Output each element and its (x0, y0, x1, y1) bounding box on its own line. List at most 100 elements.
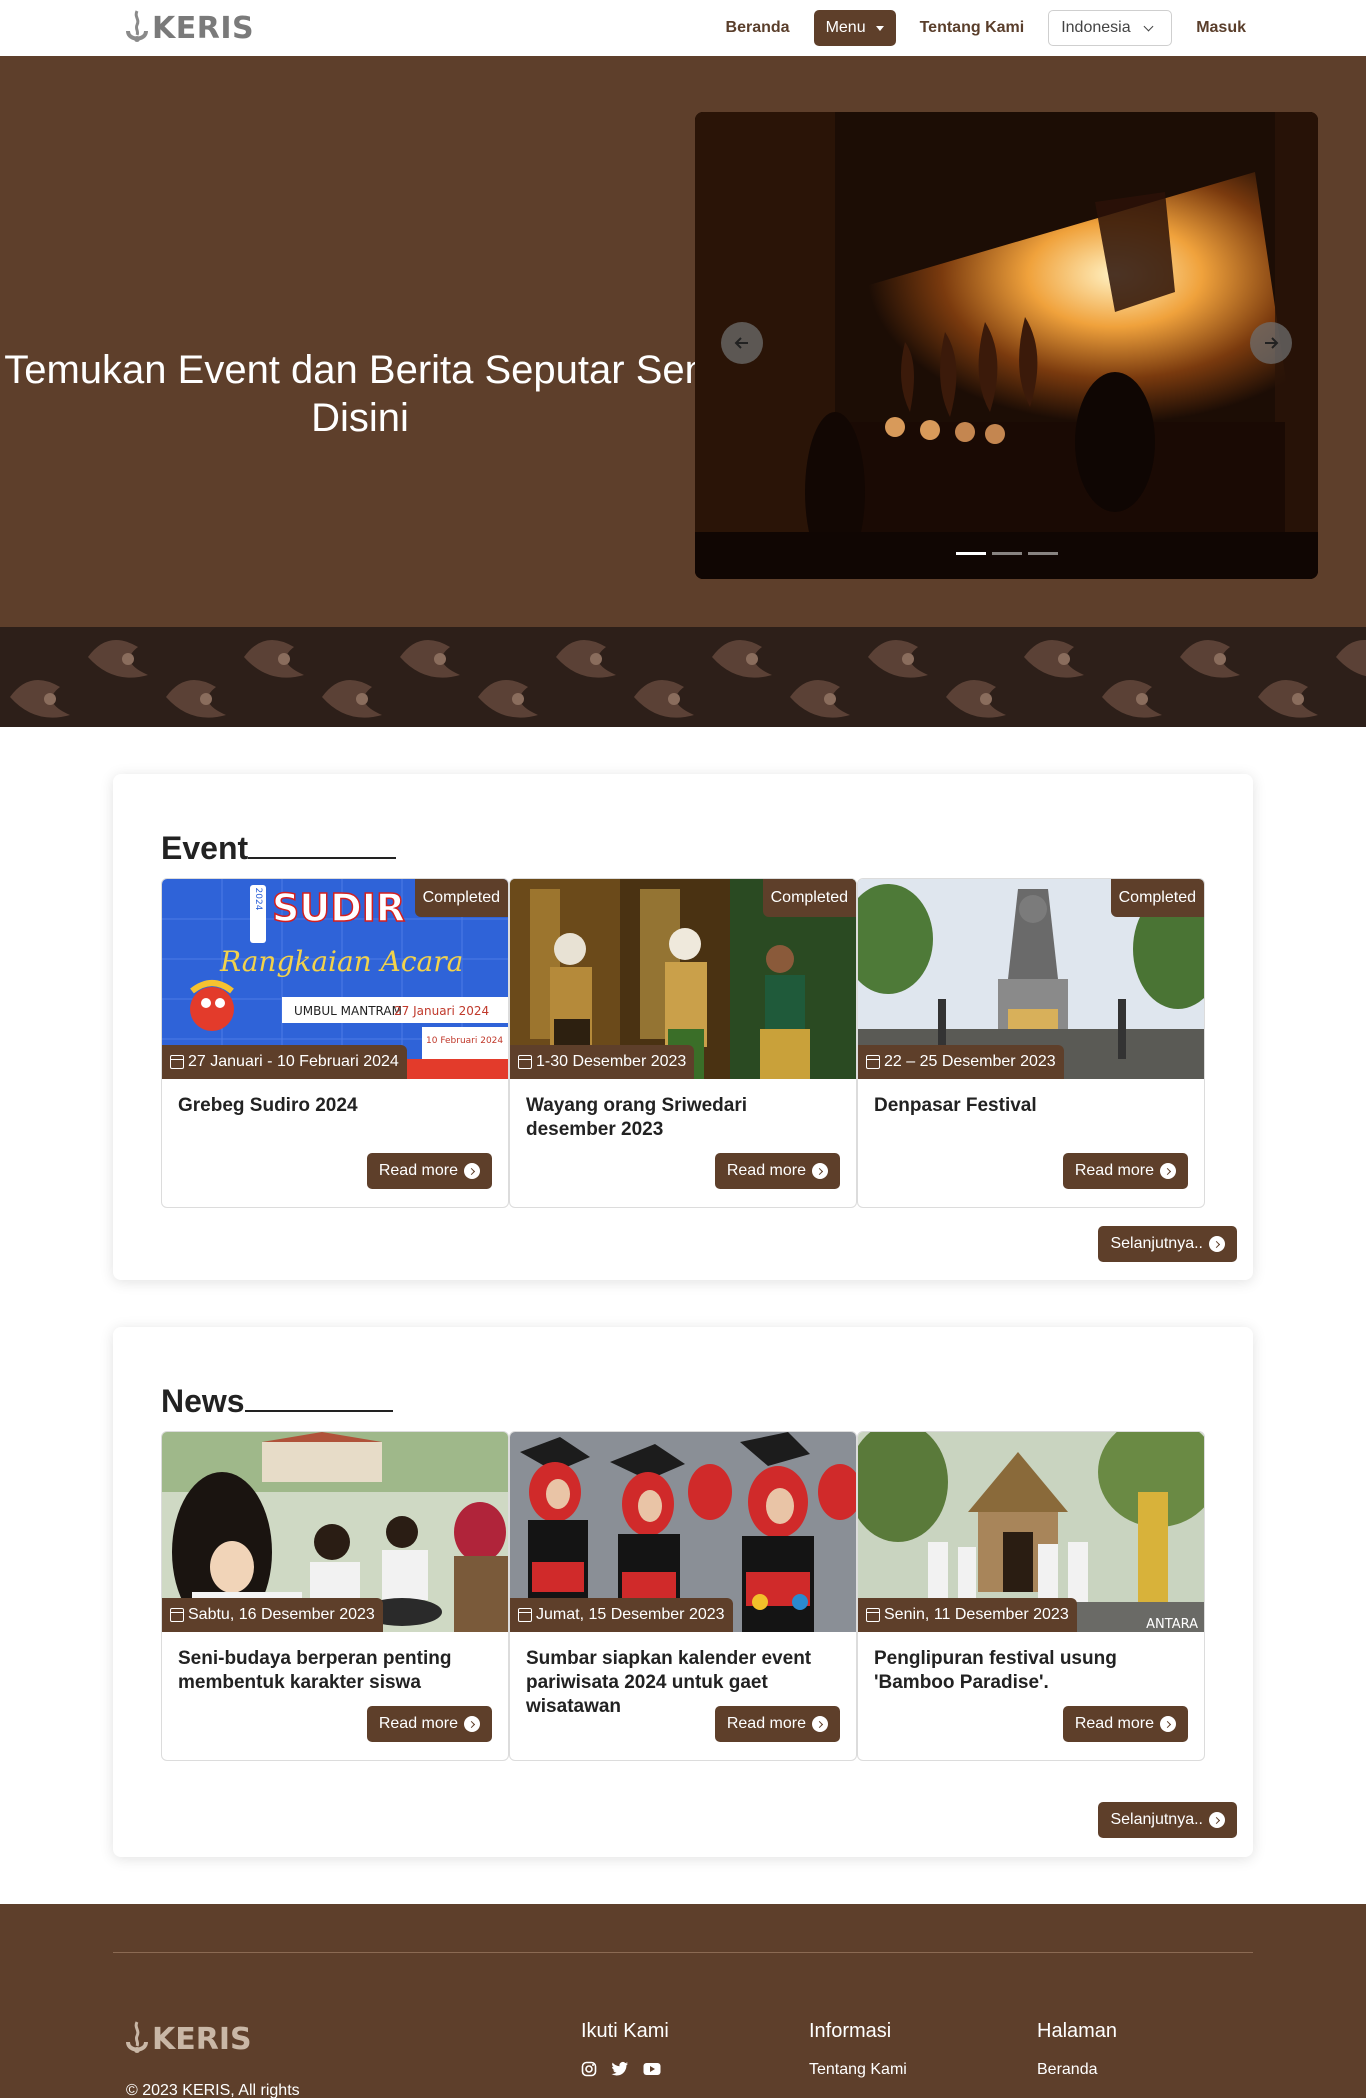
news-date: Senin, 11 Desember 2023 (884, 1606, 1069, 1623)
read-more-button[interactable]: Read more (366, 1153, 492, 1189)
event-image: Completed 1-30 Desember 2023 (510, 879, 856, 1079)
batik-pattern-image (10, 639, 1366, 718)
read-more-button[interactable]: Read more (714, 1706, 840, 1742)
event-title-text: Event (161, 830, 249, 866)
nav-about-link[interactable]: Tentang Kami (920, 19, 1025, 37)
twitter-icon[interactable] (611, 2061, 629, 2082)
hero-title: Temukan Event dan Berita Seputar Seni Di… (4, 348, 716, 440)
footer-brand-logo[interactable]: KERIS (124, 2020, 252, 2058)
batik-motif (1024, 639, 1084, 678)
news-image: ANTARA Senin, 11 Desember 2023 (858, 1432, 1204, 1632)
batik-motif (1102, 679, 1162, 718)
footer-pages-title: Halaman (1037, 2020, 1118, 2042)
poster-title-text: SUDIR (272, 886, 405, 930)
arrow-right-circle-icon (1160, 1163, 1176, 1179)
footer-about-link[interactable]: Tentang Kami (809, 2061, 907, 2079)
social-links (581, 2061, 669, 2082)
poster-year-text: 2024 (253, 888, 263, 911)
footer-follow-column: Ikuti Kami (581, 2020, 669, 2082)
calendar-icon (170, 1055, 184, 1069)
event-image: Completed 22 – 25 Desember 2023 (858, 879, 1204, 1079)
title-underline (248, 837, 397, 859)
event-image: 2024 SUDIR Rangkaian Acara UMBUL MANTRAM… (162, 879, 508, 1079)
instagram-icon[interactable] (581, 2061, 597, 2082)
news-card[interactable]: Sabtu, 16 Desember 2023 Seni-budaya berp… (161, 1431, 509, 1761)
news-next-button[interactable]: Selanjutnya.. (1098, 1802, 1237, 1838)
hero-carousel[interactable] (695, 112, 1318, 579)
batik-motif (946, 679, 1006, 718)
news-image: Jumat, 15 Desember 2023 (510, 1432, 856, 1632)
brand-name: KERIS (152, 10, 255, 46)
event-card[interactable]: 2024 SUDIR Rangkaian Acara UMBUL MANTRAM… (161, 878, 509, 1208)
read-more-button[interactable]: Read more (1062, 1706, 1188, 1742)
youtube-icon[interactable] (643, 2062, 661, 2081)
menu-dropdown-button[interactable]: Menu (813, 10, 896, 46)
arrow-right-circle-icon (812, 1163, 828, 1179)
event-card[interactable]: Completed 22 – 25 Desember 2023 Denpasar… (857, 878, 1205, 1208)
event-next-button[interactable]: Selanjutnya.. (1098, 1226, 1237, 1262)
carousel-indicator[interactable] (991, 552, 1022, 555)
footer-home-link[interactable]: Beranda (1037, 2061, 1117, 2079)
footer-info-title: Informasi (809, 2020, 892, 2042)
batik-motif (244, 639, 304, 678)
event-section-title: Event (161, 830, 397, 867)
read-more-button[interactable]: Read more (366, 1706, 492, 1742)
footer-follow-title: Ikuti Kami (581, 2020, 669, 2042)
carousel-prev-button[interactable] (721, 322, 763, 364)
news-image: Sabtu, 16 Desember 2023 (162, 1432, 508, 1632)
calendar-icon (518, 1608, 532, 1622)
read-more-button[interactable]: Read more (1062, 1153, 1188, 1189)
arrow-right-circle-icon (1209, 1236, 1225, 1252)
news-card-list: Sabtu, 16 Desember 2023 Seni-budaya berp… (161, 1431, 1205, 1761)
copyright-text: © 2023 KERIS, All rights (126, 2082, 300, 2099)
batik-motif (790, 679, 850, 718)
event-date: 1-30 Desember 2023 (536, 1053, 687, 1070)
event-date-tag: 22 – 25 Desember 2023 (858, 1045, 1064, 1079)
carousel-slide-image (695, 112, 1318, 579)
news-date-tag: Jumat, 15 Desember 2023 (510, 1598, 733, 1632)
read-more-label: Read more (1074, 1162, 1154, 1179)
batik-motif (712, 639, 772, 678)
poster-script-text: Rangkaian Acara (219, 945, 463, 978)
news-date-tag: Senin, 11 Desember 2023 (858, 1598, 1077, 1632)
caret-down-icon (875, 25, 884, 31)
news-card[interactable]: ANTARA Senin, 11 Desember 2023 Penglipur… (857, 1431, 1205, 1761)
carousel-indicator[interactable] (955, 552, 986, 555)
keris-logo-icon (126, 10, 148, 42)
carousel-indicator[interactable] (1027, 552, 1058, 555)
keris-logo-icon (126, 2021, 148, 2053)
footer-brand-name: KERIS (152, 2021, 252, 2057)
news-date: Sabtu, 16 Desember 2023 (188, 1606, 375, 1623)
brand-logo[interactable]: KERIS (124, 9, 254, 47)
carousel-next-button[interactable] (1250, 322, 1292, 364)
nav-home-link[interactable]: Beranda (726, 19, 790, 37)
read-more-label: Read more (378, 1162, 458, 1179)
batik-motif (10, 679, 70, 718)
arrow-right-circle-icon (1160, 1716, 1176, 1732)
batik-pattern-band (0, 627, 1366, 727)
event-date: 27 Januari - 10 Februari 2024 (188, 1053, 399, 1070)
language-select[interactable]: Indonesia (1048, 10, 1173, 46)
footer-info-column: Informasi Tentang Kami (809, 2020, 907, 2093)
photo-watermark: ANTARA (1146, 1617, 1198, 1632)
read-more-button[interactable]: Read more (714, 1153, 840, 1189)
carousel-indicators (695, 552, 1318, 555)
arrow-right-circle-icon (464, 1163, 480, 1179)
batik-motif (556, 639, 616, 678)
batik-motif (1336, 639, 1366, 677)
event-card[interactable]: Completed 1-30 Desember 2023 Wayang oran… (509, 878, 857, 1208)
batik-motif (1258, 679, 1318, 718)
event-date: 22 – 25 Desember 2023 (884, 1053, 1056, 1070)
news-title-text: News (161, 1383, 245, 1419)
batik-motif (478, 679, 538, 718)
event-date-tag: 1-30 Desember 2023 (510, 1045, 695, 1079)
footer-divider (113, 1952, 1253, 1953)
arrow-right-circle-icon (464, 1716, 480, 1732)
menu-label: Menu (825, 19, 866, 36)
news-title: Seni-budaya berperan penting membentuk k… (178, 1648, 452, 1693)
news-section-title: News (161, 1383, 393, 1420)
news-card[interactable]: Jumat, 15 Desember 2023 Sumbar siapkan k… (509, 1431, 857, 1761)
poster-sub3-text: 10 Februari 2024 (426, 1036, 503, 1046)
read-more-label: Read more (726, 1715, 806, 1732)
login-link[interactable]: Masuk (1196, 19, 1246, 37)
